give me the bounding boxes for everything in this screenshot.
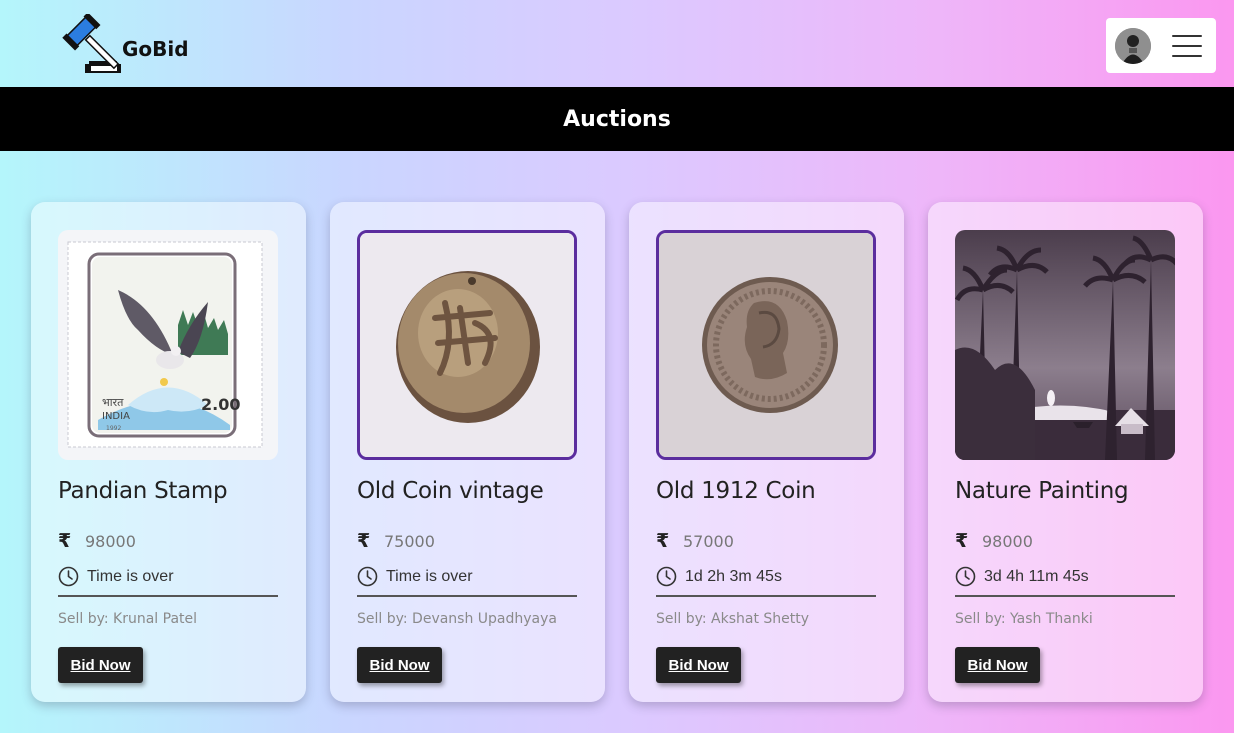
seller-name: Sell by: Devansh Upadhyaya <box>357 611 557 627</box>
auction-title[interactable]: Nature Painting <box>955 478 1129 504</box>
divider <box>656 595 876 597</box>
auction-price: 98000 <box>982 531 1033 551</box>
auction-title[interactable]: Old 1912 Coin <box>656 478 816 504</box>
time-row: 3d 4h 11m 45s <box>955 566 1089 587</box>
auction-price: 98000 <box>85 531 136 551</box>
bid-now-button[interactable]: Bid Now <box>955 647 1040 683</box>
page-title: Auctions <box>563 106 671 132</box>
seller-name: Sell by: Yash Thanki <box>955 611 1093 627</box>
user-menu <box>1106 18 1216 73</box>
user-avatar-icon <box>1115 27 1151 64</box>
auction-card: Old Coin vintage ₹ 75000 Time is over Se… <box>330 202 605 702</box>
rupee-icon: ₹ <box>955 530 969 552</box>
hamburger-icon[interactable] <box>1172 34 1202 57</box>
clock-icon <box>357 566 378 587</box>
clock-icon <box>58 566 79 587</box>
time-remaining: Time is over <box>386 567 473 585</box>
rupee-icon: ₹ <box>58 530 72 552</box>
bid-now-button[interactable]: Bid Now <box>656 647 741 683</box>
painting-image[interactable] <box>955 230 1175 460</box>
price-row: ₹ 75000 <box>357 530 435 552</box>
page-banner: Auctions <box>0 87 1234 151</box>
gavel-icon <box>62 14 121 73</box>
divider <box>357 595 577 597</box>
time-remaining: 3d 4h 11m 45s <box>984 567 1089 585</box>
price-row: ₹ 57000 <box>656 530 734 552</box>
rupee-icon: ₹ <box>656 530 670 552</box>
auction-card: Old 1912 Coin ₹ 57000 1d 2h 3m 45s Sell … <box>629 202 904 702</box>
stamp-country-en: INDIA <box>102 411 130 422</box>
time-row: Time is over <box>58 566 174 587</box>
divider <box>58 595 278 597</box>
time-remaining: 1d 2h 3m 45s <box>685 567 782 585</box>
clock-icon <box>656 566 677 587</box>
coin-image[interactable] <box>656 230 876 460</box>
app-name: GoBid <box>122 37 189 61</box>
time-remaining: Time is over <box>87 567 174 585</box>
site-header: GoBid <box>0 0 1234 87</box>
stamp-country: भारत <box>102 396 124 409</box>
divider <box>955 595 1175 597</box>
auction-title[interactable]: Old Coin vintage <box>357 478 544 504</box>
auction-list: भारत INDIA 2.00 1992 Pandian Stamp ₹ 980… <box>31 202 1203 702</box>
auction-card: Nature Painting ₹ 98000 3d 4h 11m 45s Se… <box>928 202 1203 702</box>
coin-image[interactable] <box>357 230 577 460</box>
stamp-year: 1992 <box>106 425 121 432</box>
auction-title[interactable]: Pandian Stamp <box>58 478 228 504</box>
time-row: 1d 2h 3m 45s <box>656 566 782 587</box>
auction-card: भारत INDIA 2.00 1992 Pandian Stamp ₹ 980… <box>31 202 306 702</box>
time-row: Time is over <box>357 566 473 587</box>
auction-price: 75000 <box>384 531 435 551</box>
seller-name: Sell by: Krunal Patel <box>58 611 198 627</box>
auction-price: 57000 <box>683 531 734 551</box>
bid-now-button[interactable]: Bid Now <box>58 647 143 683</box>
seller-name: Sell by: Akshat Shetty <box>656 611 810 627</box>
stamp-value: 2.00 <box>201 395 240 414</box>
stamp-image[interactable]: भारत INDIA 2.00 1992 <box>58 230 278 460</box>
price-row: ₹ 98000 <box>955 530 1033 552</box>
rupee-icon: ₹ <box>357 530 371 552</box>
logo[interactable]: GoBid <box>58 14 189 78</box>
avatar[interactable] <box>1115 27 1151 64</box>
price-row: ₹ 98000 <box>58 530 136 552</box>
clock-icon <box>955 566 976 587</box>
bid-now-button[interactable]: Bid Now <box>357 647 442 683</box>
